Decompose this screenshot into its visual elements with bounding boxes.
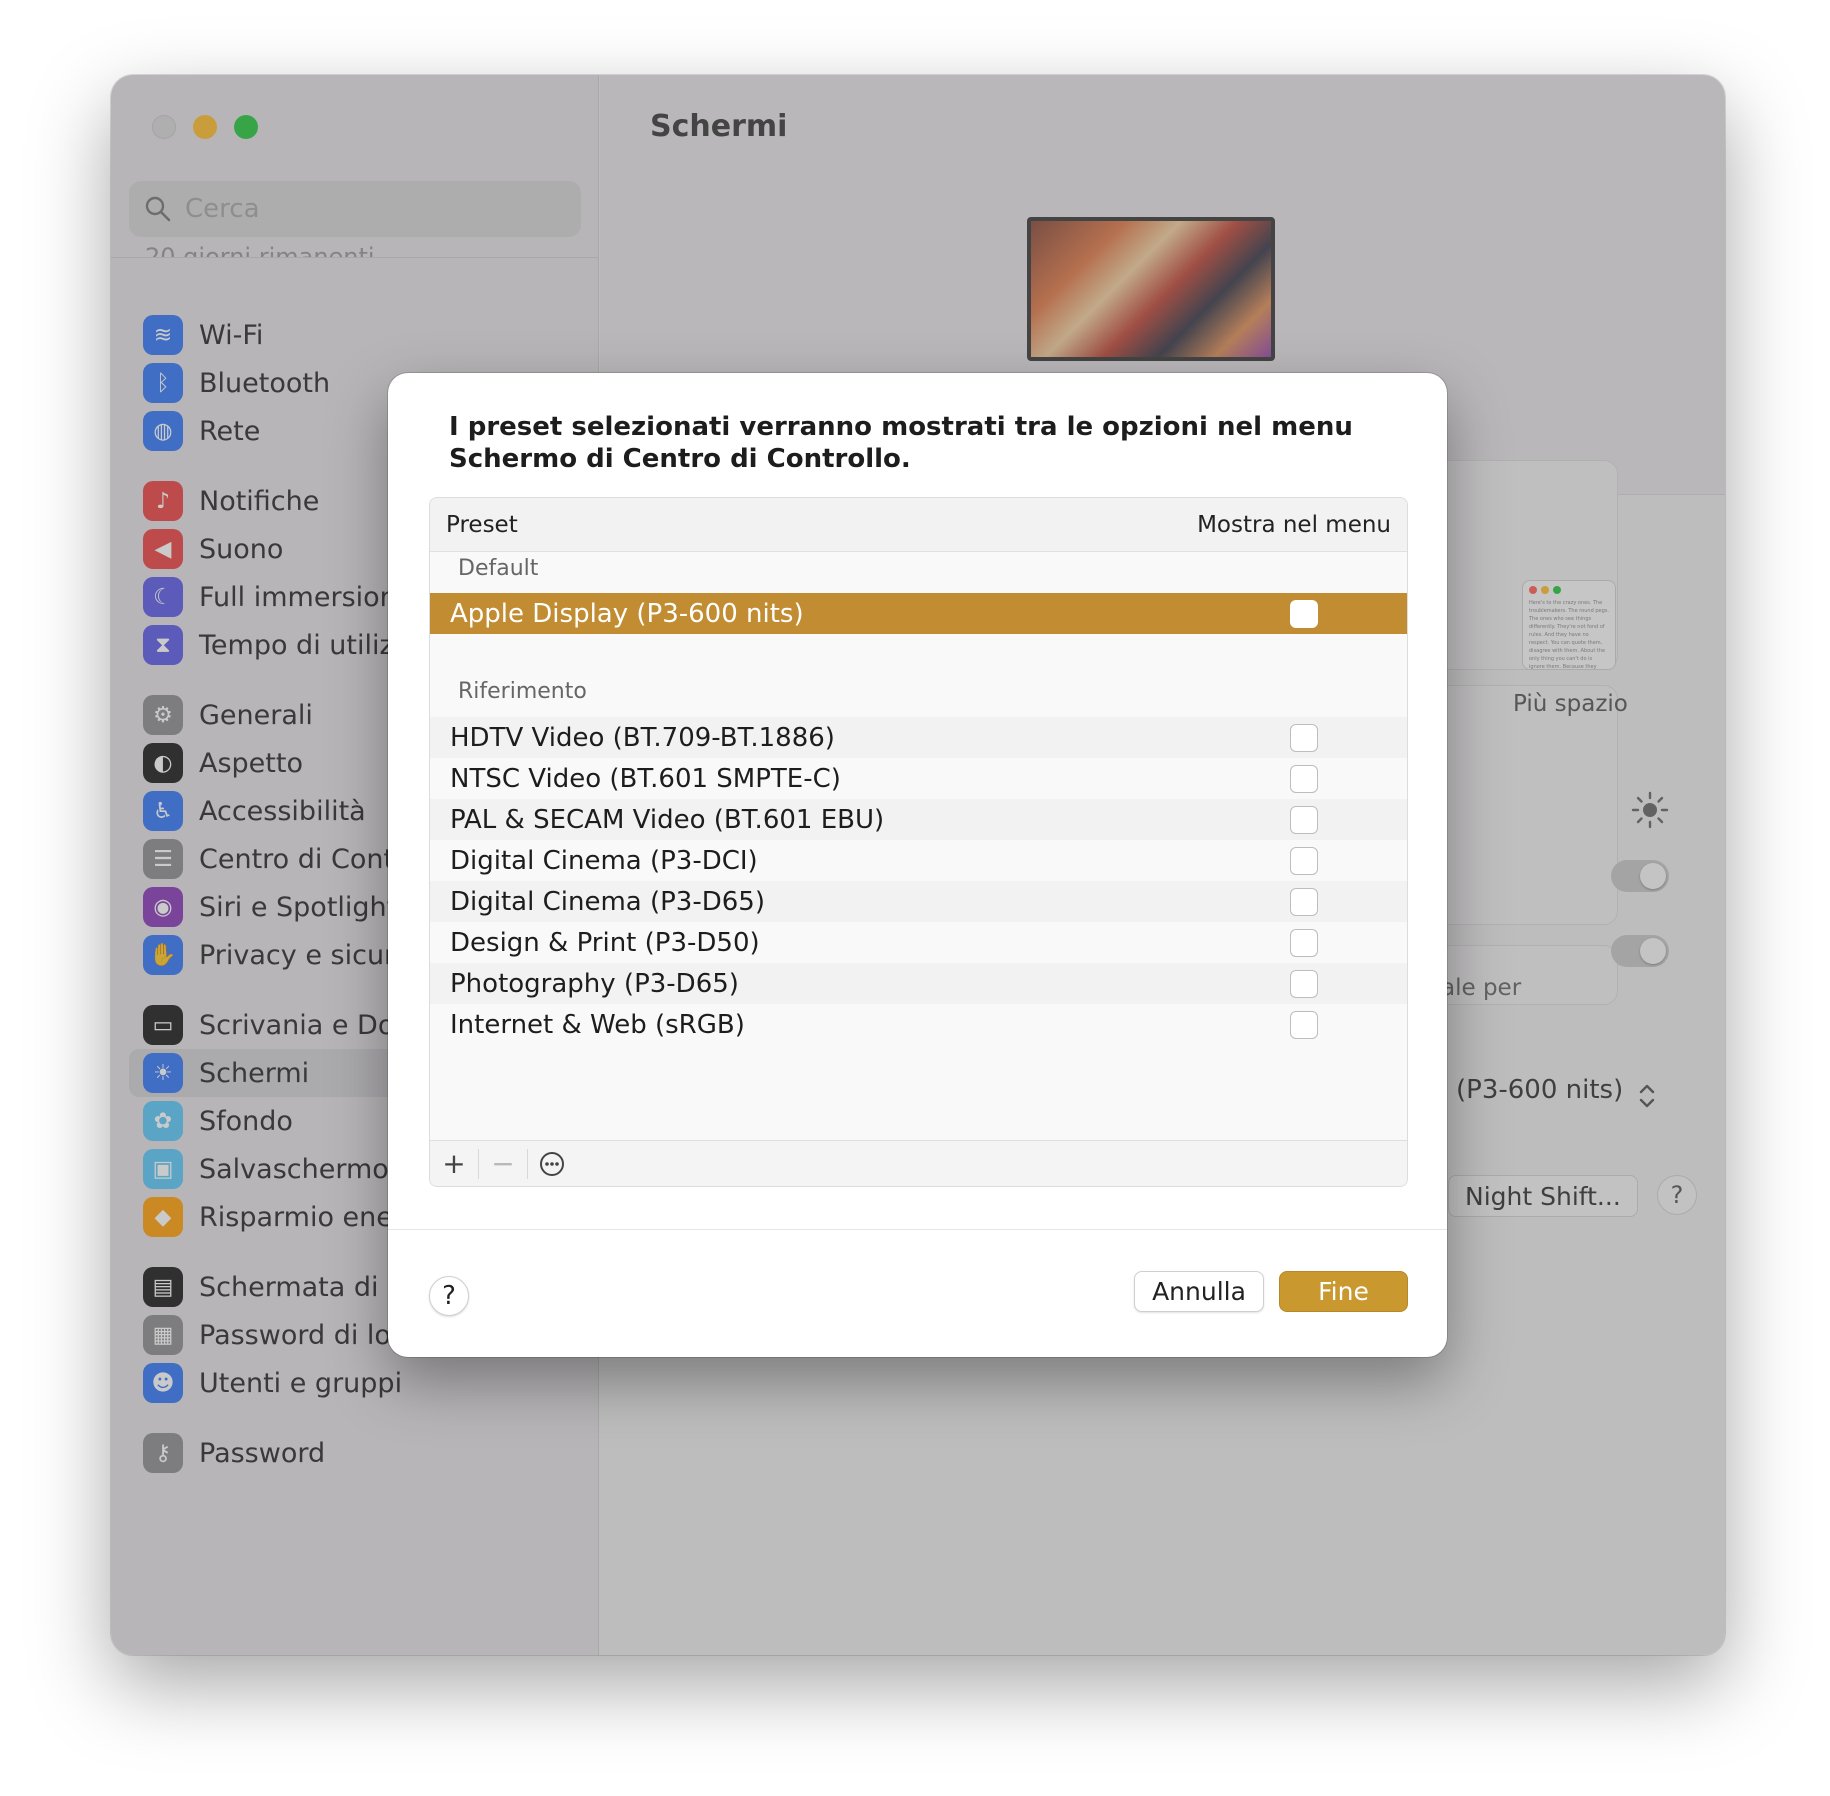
preset-name: PAL & SECAM Video (BT.601 EBU) [450,804,885,835]
show-in-menu-checkbox[interactable] [1290,969,1318,998]
table-row[interactable]: Apple Display (P3-600 nits) [430,593,1407,634]
show-in-menu-checkbox[interactable] [1290,846,1318,875]
group-label: Riferimento [458,679,587,704]
table-row[interactable]: Digital Cinema (P3-D65) [430,881,1407,922]
show-in-menu-checkbox[interactable] [1290,599,1318,628]
sheet-message: I preset selezionati verranno mostrati t… [449,412,1353,474]
ellipsis-circle-icon [540,1151,564,1176]
show-in-menu-checkbox[interactable] [1290,928,1318,957]
show-in-menu-checkbox[interactable] [1290,764,1318,793]
preset-name: HDTV Video (BT.709-BT.1886) [450,722,835,753]
table-row[interactable]: Internet & Web (sRGB) [430,1004,1407,1045]
more-options-button[interactable] [528,1141,576,1187]
preset-name: Digital Cinema (P3-DCI) [450,845,758,876]
table-header: Preset Mostra nel menu [430,498,1407,552]
cancel-button[interactable]: Annulla [1134,1271,1264,1312]
add-preset-button[interactable]: + [430,1141,478,1187]
group-label: Default [458,556,539,581]
table-row[interactable]: HDTV Video (BT.709-BT.1886) [430,717,1407,758]
table-row[interactable]: Digital Cinema (P3-DCI) [430,840,1407,881]
show-in-menu-checkbox[interactable] [1290,805,1318,834]
preset-name: NTSC Video (BT.601 SMPTE-C) [450,763,841,794]
table-row[interactable]: Photography (P3-D65) [430,963,1407,1004]
table-row[interactable]: NTSC Video (BT.601 SMPTE-C) [430,758,1407,799]
table-row[interactable]: PAL & SECAM Video (BT.601 EBU) [430,799,1407,840]
preset-sheet-dialog: I preset selezionati verranno mostrati t… [388,373,1447,1357]
preset-name: Design & Print (P3-D50) [450,927,760,958]
preset-name: Internet & Web (sRGB) [450,1009,745,1040]
column-header-show-in-menu[interactable]: Mostra nel menu [1197,512,1391,538]
done-button[interactable]: Fine [1279,1271,1408,1312]
sheet-help-button[interactable]: ? [429,1276,469,1316]
remove-preset-button[interactable]: − [479,1141,527,1187]
preset-name: Apple Display (P3-600 nits) [450,598,804,629]
table-footer-toolbar: + − [430,1140,1407,1186]
show-in-menu-checkbox[interactable] [1290,723,1318,752]
preset-table: Preset Mostra nel menu Default Apple Disp… [429,497,1408,1187]
table-row[interactable]: Design & Print (P3-D50) [430,922,1407,963]
show-in-menu-checkbox[interactable] [1290,1010,1318,1039]
preset-name: Photography (P3-D65) [450,968,739,999]
show-in-menu-checkbox[interactable] [1290,887,1318,916]
preset-name: Digital Cinema (P3-D65) [450,886,765,917]
sheet-divider [388,1229,1447,1230]
column-header-preset[interactable]: Preset [446,512,518,538]
